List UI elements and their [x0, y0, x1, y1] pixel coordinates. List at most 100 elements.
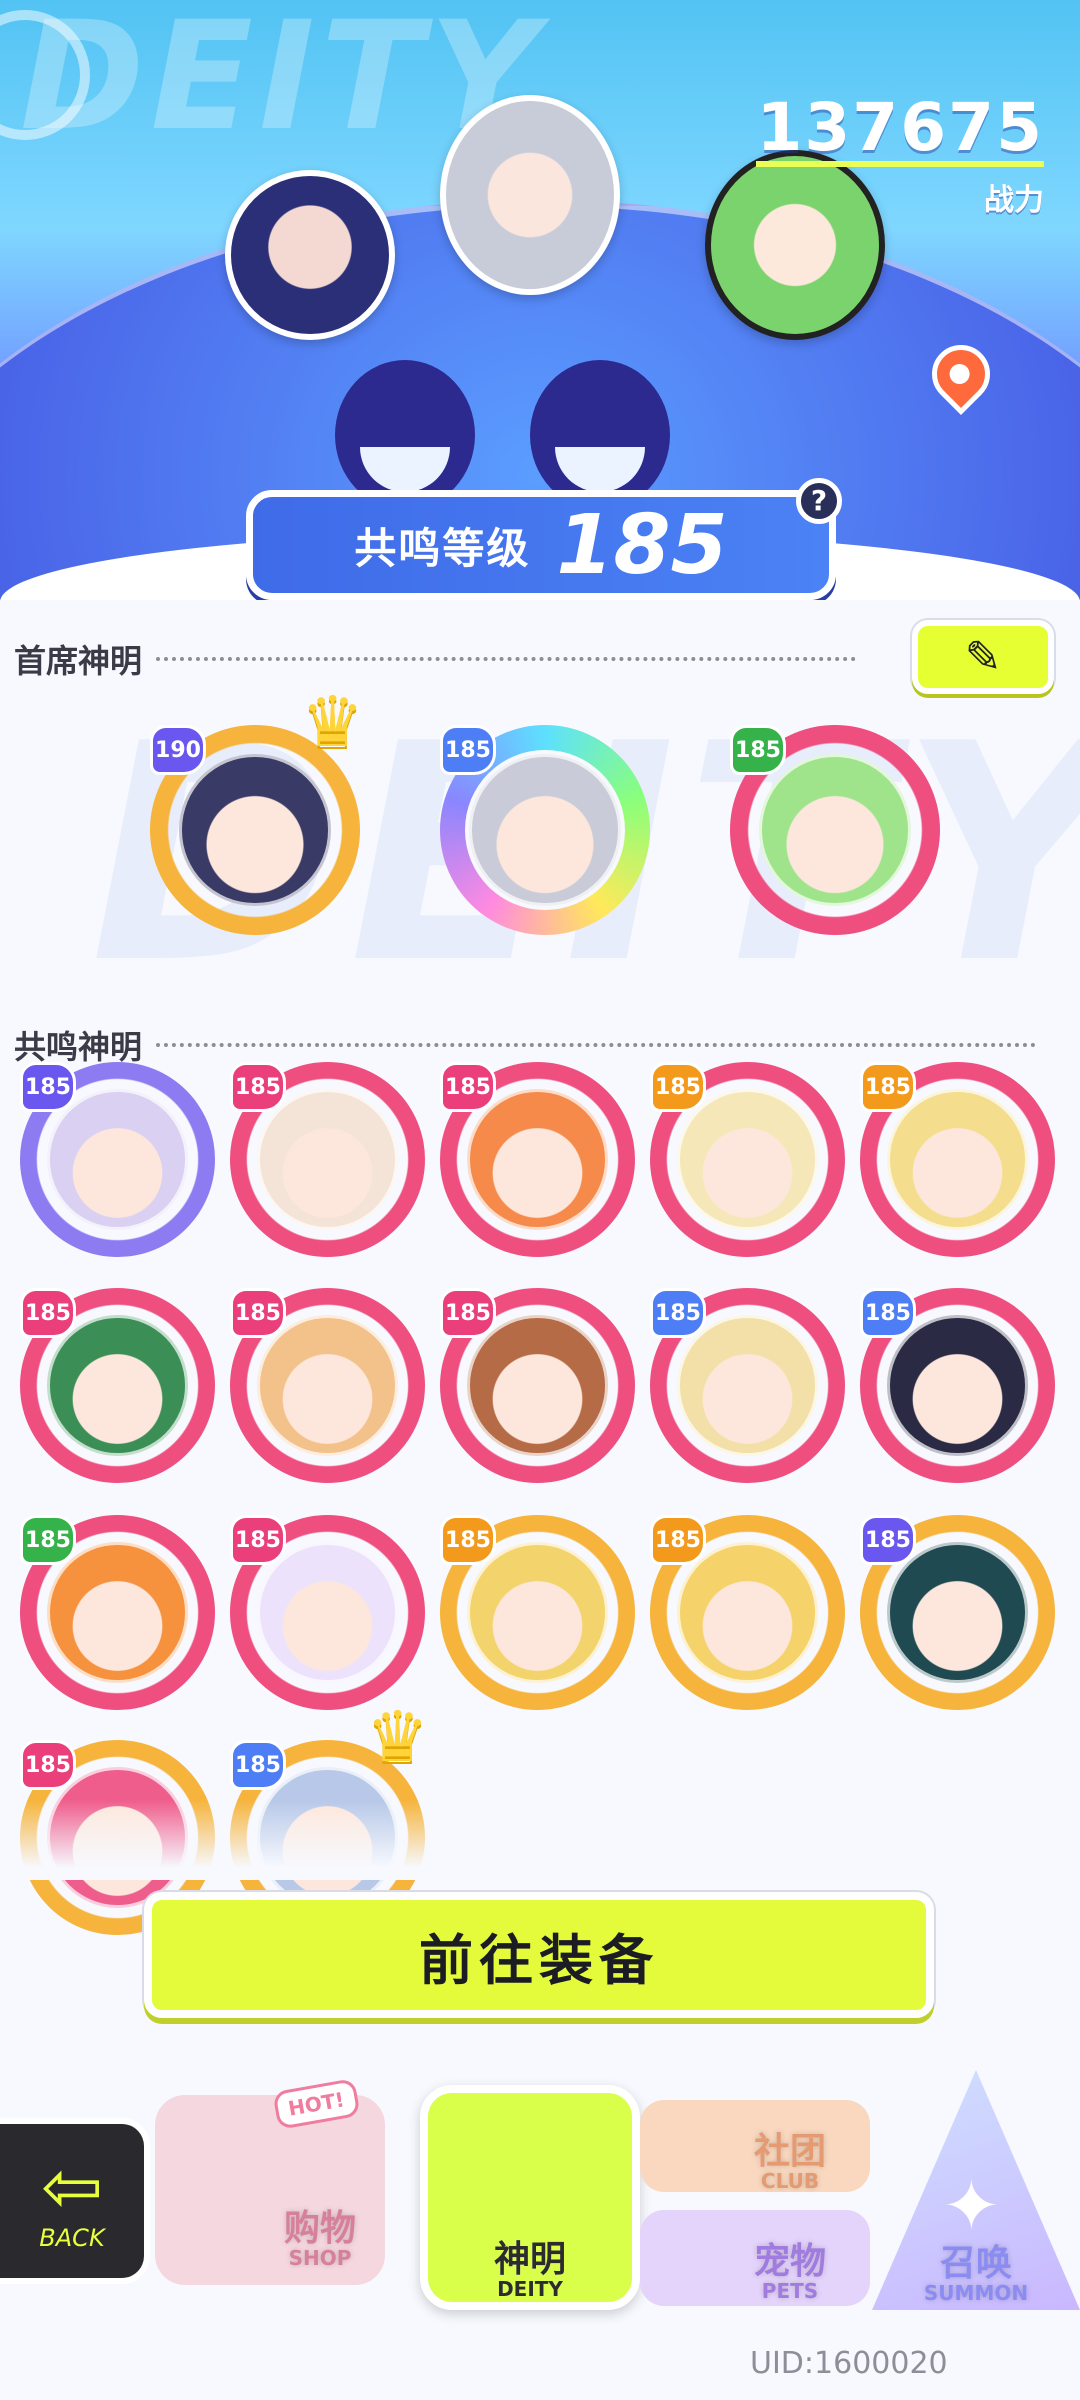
deity-avatar[interactable]: 185 [730, 725, 940, 935]
resonance-level-value: 185 [556, 497, 728, 593]
level-badge: 185 [650, 1288, 706, 1338]
deity-avatar[interactable]: 185 [860, 1062, 1055, 1257]
sparkle-icon: ✦ [942, 2165, 1001, 2247]
nav-summon[interactable]: ✦ 召唤 SUMMON [872, 2070, 1080, 2310]
back-button[interactable]: ⇦ BACK [0, 2118, 150, 2284]
nav-club[interactable]: 社团 CLUB [640, 2100, 880, 2200]
chief-deity-title-text: 首席神明 [14, 642, 143, 680]
deity-portrait [47, 1089, 188, 1230]
deity-avatar[interactable]: 185 [440, 1515, 635, 1710]
deity-portrait [179, 754, 331, 906]
nav-deity[interactable]: 神明 DEITY [420, 2085, 640, 2310]
level-badge: 185 [650, 1062, 706, 1112]
deity-avatar[interactable]: 185 [650, 1515, 845, 1710]
deity-portrait [677, 1542, 818, 1683]
deity-portrait [47, 1315, 188, 1456]
back-label: BACK [39, 2224, 105, 2252]
deity-avatar[interactable]: 185 [230, 1062, 425, 1257]
level-badge: 185 [20, 1740, 76, 1790]
nav-pets-label-en: PETS [761, 2279, 819, 2303]
divider [156, 1043, 1037, 1047]
deity-avatar[interactable]: 190 ♛ [150, 681, 364, 935]
crown-icon: ♛ [301, 681, 364, 763]
level-badge: 185 [230, 1740, 286, 1790]
level-badge: 185 [860, 1062, 916, 1112]
go-equip-button[interactable]: 前往装备 [144, 1892, 934, 2018]
deity-portrait [47, 1542, 188, 1683]
level-badge: 185 [440, 1062, 496, 1112]
planet-right-eye [530, 360, 670, 510]
deity-avatar[interactable]: 185 [230, 1288, 425, 1483]
edit-chief-button[interactable]: ✎ [912, 620, 1054, 694]
nav-pets-label: 宠物 PETS [754, 2243, 826, 2302]
nav-shop-label: 购物 SHOP [284, 2210, 356, 2269]
level-badge: 185 [440, 1515, 496, 1565]
resonance-deity-title-text: 共鸣神明 [14, 1028, 143, 1066]
level-badge: 185 [230, 1062, 286, 1112]
level-badge: 190 [150, 725, 206, 775]
level-badge: 185 [650, 1515, 706, 1565]
level-badge: 185 [730, 725, 786, 775]
level-badge: 185 [230, 1515, 286, 1565]
combat-power: 137675 战力 [756, 95, 1044, 219]
level-badge: 185 [20, 1515, 76, 1565]
combat-power-value: 137675 [756, 89, 1044, 167]
deity-avatar[interactable]: 185 [650, 1288, 845, 1483]
nav-deity-label-en: DEITY [497, 2277, 563, 2301]
deity-portrait [887, 1542, 1028, 1683]
deity-portrait [467, 1089, 608, 1230]
back-arrow-icon: ⇦ [40, 2144, 103, 2230]
deity-avatar[interactable]: 185 [860, 1515, 1055, 1710]
deity-portrait [677, 1089, 818, 1230]
deity-avatar[interactable]: 185 [650, 1062, 845, 1257]
level-badge: 185 [20, 1288, 76, 1338]
nav-summon-label-en: SUMMON [923, 2281, 1029, 2305]
deity-portrait [677, 1315, 818, 1456]
deity-portrait [469, 754, 621, 906]
nav-pets-label-zh: 宠物 [753, 2241, 826, 2283]
level-badge: 185 [860, 1515, 916, 1565]
deity-portrait [467, 1542, 608, 1683]
list-fade-overlay [0, 1800, 1080, 1880]
nav-pets[interactable]: 宠物 PETS [640, 2210, 880, 2310]
deity-portrait [759, 754, 911, 906]
deity-portrait [257, 1315, 398, 1456]
help-icon[interactable]: ? [796, 478, 842, 524]
resonance-level-label: 共鸣等级 [354, 523, 531, 573]
deity-portrait [257, 1542, 398, 1683]
nav-shop[interactable]: HOT! 购物 SHOP [155, 2078, 405, 2285]
divider [156, 657, 857, 661]
user-id: UID:1600020 [750, 2346, 948, 2381]
resonance-level-banner: 共鸣等级 185 [246, 490, 836, 600]
nav-summon-label-zh: 召唤 [939, 2243, 1012, 2285]
deity-avatar[interactable]: 185 [440, 725, 650, 935]
deity-portrait [257, 1089, 398, 1230]
pencil-icon: ✎ [964, 631, 1002, 683]
nav-shop-label-zh: 购物 [283, 2208, 356, 2250]
level-badge: 185 [20, 1062, 76, 1112]
nav-deity-label: 神明 DEITY [494, 2241, 566, 2300]
chief-deity-chibi-1[interactable] [225, 170, 395, 340]
level-badge: 185 [860, 1288, 916, 1338]
nav-deity-label-zh: 神明 [493, 2239, 566, 2281]
level-badge: 185 [440, 1288, 496, 1338]
deity-portrait [887, 1089, 1028, 1230]
chief-deity-section-title: 首席神明 [14, 636, 857, 682]
deity-portrait [887, 1315, 1028, 1456]
deity-avatar[interactable]: 185 [230, 1515, 425, 1710]
nav-club-label: 社团 CLUB [754, 2133, 826, 2192]
deity-avatar[interactable]: 185 [20, 1288, 215, 1483]
deity-avatar[interactable]: 185 [860, 1288, 1055, 1483]
deity-avatar[interactable]: 185 [440, 1062, 635, 1257]
chief-deity-chibi-2[interactable] [440, 95, 620, 295]
level-badge: 185 [440, 725, 496, 775]
crown-icon: ♛ [366, 1696, 429, 1778]
nav-summon-label: 召唤 SUMMON [924, 2245, 1028, 2304]
deity-avatar[interactable]: 185 [20, 1062, 215, 1257]
planet-left-eye [335, 360, 475, 510]
deity-portrait [467, 1315, 608, 1456]
nav-club-label-zh: 社团 [753, 2131, 826, 2173]
nav-shop-label-en: SHOP [288, 2246, 352, 2270]
deity-avatar[interactable]: 185 [440, 1288, 635, 1483]
deity-avatar[interactable]: 185 [20, 1515, 215, 1710]
